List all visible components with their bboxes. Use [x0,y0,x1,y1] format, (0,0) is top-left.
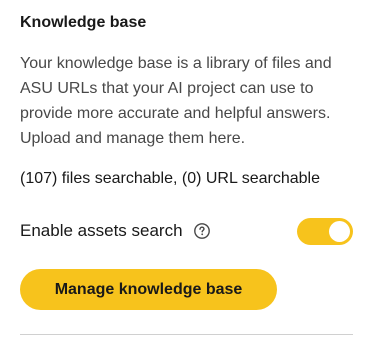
section-divider [20,334,353,335]
assets-search-toggle[interactable] [297,218,353,245]
manage-knowledge-base-button[interactable]: Manage knowledge base [20,269,277,310]
section-title: Knowledge base [20,14,147,31]
assets-search-label: Enable assets search [20,221,183,240]
question-circle-icon[interactable] [193,223,210,239]
assets-search-row: Enable assets search [20,216,353,246]
toggle-knob [329,221,350,242]
knowledge-base-panel: Knowledge base Your knowledge base is a … [0,0,384,344]
section-description: Your knowledge base is a library of file… [20,55,332,147]
searchable-counts: (107) files searchable, (0) URL searchab… [20,170,320,187]
